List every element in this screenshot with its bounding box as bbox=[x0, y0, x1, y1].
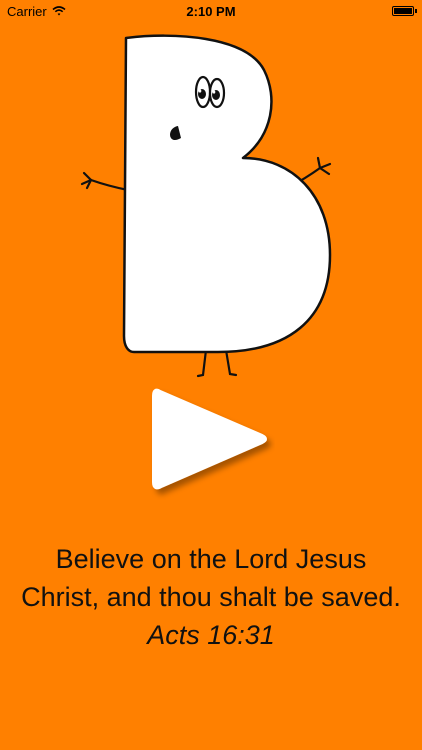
battery-icon bbox=[392, 6, 414, 16]
left-arm bbox=[80, 171, 130, 192]
verse-reference: Acts 16:31 bbox=[147, 620, 275, 650]
verse-block: Believe on the Lord Jesus Christ, and th… bbox=[0, 540, 422, 654]
verse-text: Believe on the Lord Jesus Christ, and th… bbox=[21, 544, 401, 612]
battery-level bbox=[394, 8, 412, 14]
status-bar: Carrier 2:10 PM bbox=[0, 0, 422, 22]
play-button[interactable] bbox=[150, 384, 275, 500]
letter-b-body bbox=[122, 34, 332, 354]
play-icon bbox=[152, 388, 267, 490]
letter-b-mascot bbox=[78, 30, 338, 385]
legs bbox=[196, 348, 238, 378]
status-time: 2:10 PM bbox=[186, 4, 236, 19]
battery-tip bbox=[415, 9, 417, 13]
